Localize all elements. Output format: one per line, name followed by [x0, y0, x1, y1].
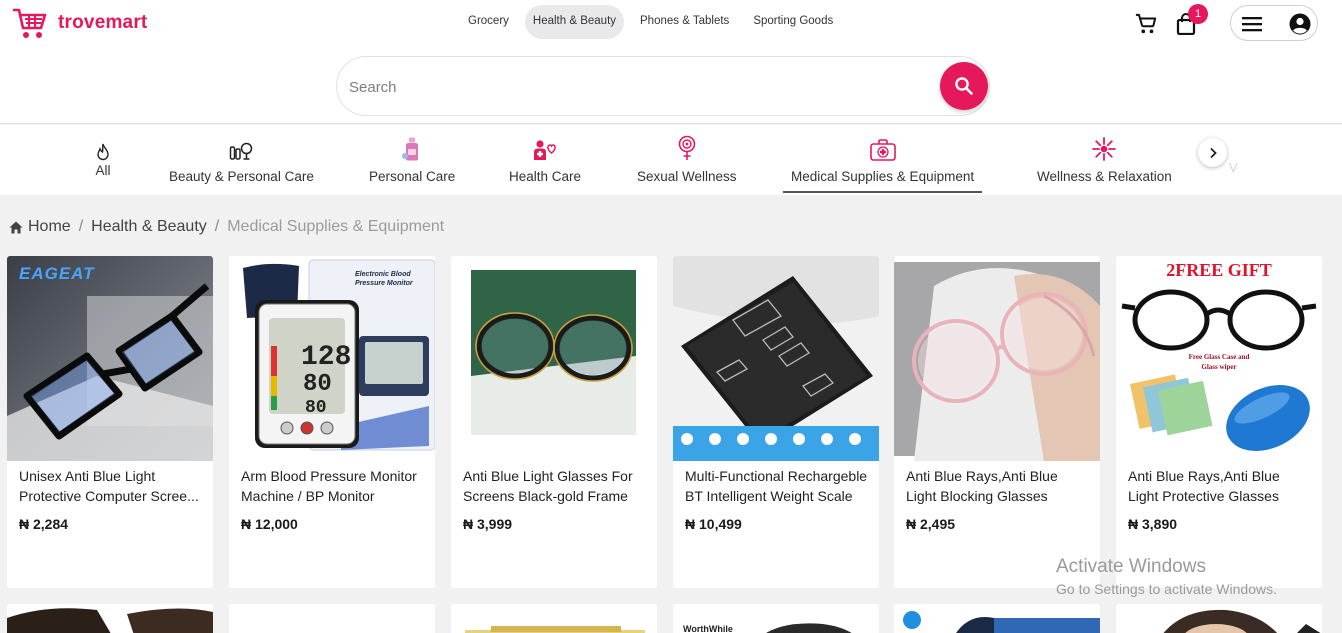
product-image: EAGEAT	[7, 256, 213, 461]
category-sexual-wellness[interactable]: Sexual Wellness	[637, 135, 737, 191]
search-icon	[955, 77, 973, 95]
sexual-wellness-icon	[678, 135, 696, 160]
product-card[interactable]: EAGEAT Unisex Anti Blue Light Protective…	[7, 256, 213, 588]
product-title: Anti Blue Light Glasses For Screens Blac…	[463, 468, 633, 504]
account-circle-icon	[1289, 13, 1311, 35]
product-card[interactable]: WorthWhile	[673, 604, 879, 633]
product-price: ₦ 10,499	[685, 516, 742, 532]
bag-count-badge: 1	[1188, 4, 1208, 24]
category-label: All	[95, 163, 111, 178]
breadcrumb-home-link[interactable]: Home	[28, 218, 71, 236]
product-image-text: WorthWhile	[683, 624, 733, 633]
category-label: Personal Care	[369, 169, 456, 184]
product-price: ₦ 2,495	[906, 516, 956, 532]
topnav-phones-tablets[interactable]: Phones & Tablets	[632, 5, 737, 39]
breadcrumb: Home / Health & Beauty / Medical Supplie…	[9, 218, 444, 236]
breadcrumb-separator: /	[214, 218, 220, 235]
category-label: Sexual Wellness	[637, 169, 737, 184]
product-card[interactable]	[7, 604, 213, 633]
category-health-care[interactable]: Health Care	[509, 135, 581, 191]
product-price: ₦ 12,000	[241, 516, 298, 532]
product-image	[673, 256, 879, 461]
home-icon	[9, 221, 23, 233]
product-image-text: 2FREE GIFT	[1166, 260, 1272, 280]
product-image-text: EAGEAT	[19, 264, 95, 283]
product-title: Multi-Functional Rechargeble BT Intellig…	[685, 468, 868, 504]
product-title: Anti Blue Rays,Anti Blue Light Protectiv…	[1128, 468, 1280, 504]
product-price: ₦ 2,284	[19, 516, 69, 532]
topnav-sporting-goods[interactable]: Sporting Goods	[745, 5, 841, 39]
search-button[interactable]	[940, 62, 988, 110]
shopping-cart-logo-icon	[13, 8, 47, 38]
category-scroll-next-button[interactable]	[1198, 138, 1227, 167]
chevron-right-icon	[1209, 147, 1217, 158]
category-beauty-personal-care[interactable]: Beauty & Personal Care	[169, 135, 314, 191]
brand-logo[interactable]: trovemart	[11, 6, 147, 40]
product-title: Arm Blood Pressure Monitor Machine / BP …	[241, 468, 417, 504]
flame-icon	[97, 143, 109, 161]
product-card[interactable]: Multi-Functional Rechargeble BT Intellig…	[673, 256, 879, 588]
product-card[interactable]	[229, 604, 435, 633]
bag-button[interactable]: 1	[1175, 4, 1208, 36]
first-aid-kit-icon	[869, 139, 896, 161]
product-price: ₦ 3,999	[463, 516, 513, 532]
svg-text:80: 80	[303, 371, 332, 398]
health-care-icon	[534, 140, 556, 160]
account-menu-button[interactable]	[1230, 5, 1318, 41]
product-image	[451, 256, 657, 461]
product-image-text: Electronic Blood Pressure Monitor	[355, 271, 413, 287]
category-label: Health Care	[509, 169, 582, 184]
svg-text:80: 80	[305, 398, 327, 418]
subcategory-bar: All Beauty & Personal Care Personal Care	[0, 125, 1342, 195]
topnav-grocery[interactable]: Grocery	[460, 5, 517, 39]
category-medical-supplies-equipment[interactable]: Medical Supplies & Equipment	[782, 135, 983, 193]
breadcrumb-separator: /	[78, 218, 84, 235]
product-card[interactable]	[451, 604, 657, 633]
product-image	[894, 256, 1100, 461]
product-title: Unisex Anti Blue Light Protective Comput…	[19, 468, 199, 504]
search-input[interactable]	[349, 72, 929, 102]
svg-text:128: 128	[301, 342, 351, 373]
product-title: Anti Blue Rays,Anti Blue Light Blocking …	[906, 468, 1058, 504]
category-label: Beauty & Personal Care	[169, 169, 314, 184]
category-label: Wellness & Relaxation	[1037, 169, 1172, 184]
category-overflow-hint: V	[1229, 160, 1238, 175]
category-label: Medical Supplies & Equipment	[791, 169, 975, 184]
site-header: trovemart Grocery Health & Beauty Phones…	[0, 0, 1342, 124]
breadcrumb-current: Medical Supplies & Equipment	[227, 218, 445, 235]
cart-icon	[1135, 13, 1157, 34]
product-image: 128 80 80 Electronic Blood Pressure Moni…	[229, 256, 435, 461]
cart-button[interactable]	[1134, 12, 1158, 36]
product-card[interactable]: 128 80 80 Electronic Blood Pressure Moni…	[229, 256, 435, 588]
category-all[interactable]: All	[95, 135, 111, 191]
category-wellness-relaxation[interactable]: Wellness & Relaxation	[1037, 135, 1172, 191]
product-card[interactable]	[894, 604, 1100, 633]
search-bar	[336, 56, 990, 116]
hamburger-menu-icon	[1242, 17, 1262, 32]
topnav-health-beauty[interactable]: Health & Beauty	[524, 5, 625, 39]
product-card[interactable]	[1116, 604, 1322, 633]
product-card[interactable]: Anti Blue Light Glasses For Screens Blac…	[451, 256, 657, 588]
brand-name: trovemart	[58, 12, 148, 33]
lotion-bottle-icon	[402, 137, 419, 161]
wellness-icon	[1092, 137, 1117, 161]
breadcrumb-parent-link[interactable]: Health & Beauty	[91, 218, 207, 236]
product-image: 2FREE GIFT Free Glass Case and Glass wip…	[1116, 256, 1322, 461]
category-personal-care[interactable]: Personal Care	[369, 135, 455, 191]
product-price: ₦ 3,890	[1128, 516, 1178, 532]
product-image-subtext: Free Glass Case and Glass wiper	[1188, 353, 1250, 371]
product-card[interactable]: 2FREE GIFT Free Glass Case and Glass wip…	[1116, 256, 1322, 588]
top-category-nav: Grocery Health & Beauty Phones & Tablets…	[460, 5, 841, 39]
cosmetics-icon	[230, 142, 253, 160]
product-card[interactable]: Anti Blue Rays,Anti Blue Light Blocking …	[894, 256, 1100, 588]
